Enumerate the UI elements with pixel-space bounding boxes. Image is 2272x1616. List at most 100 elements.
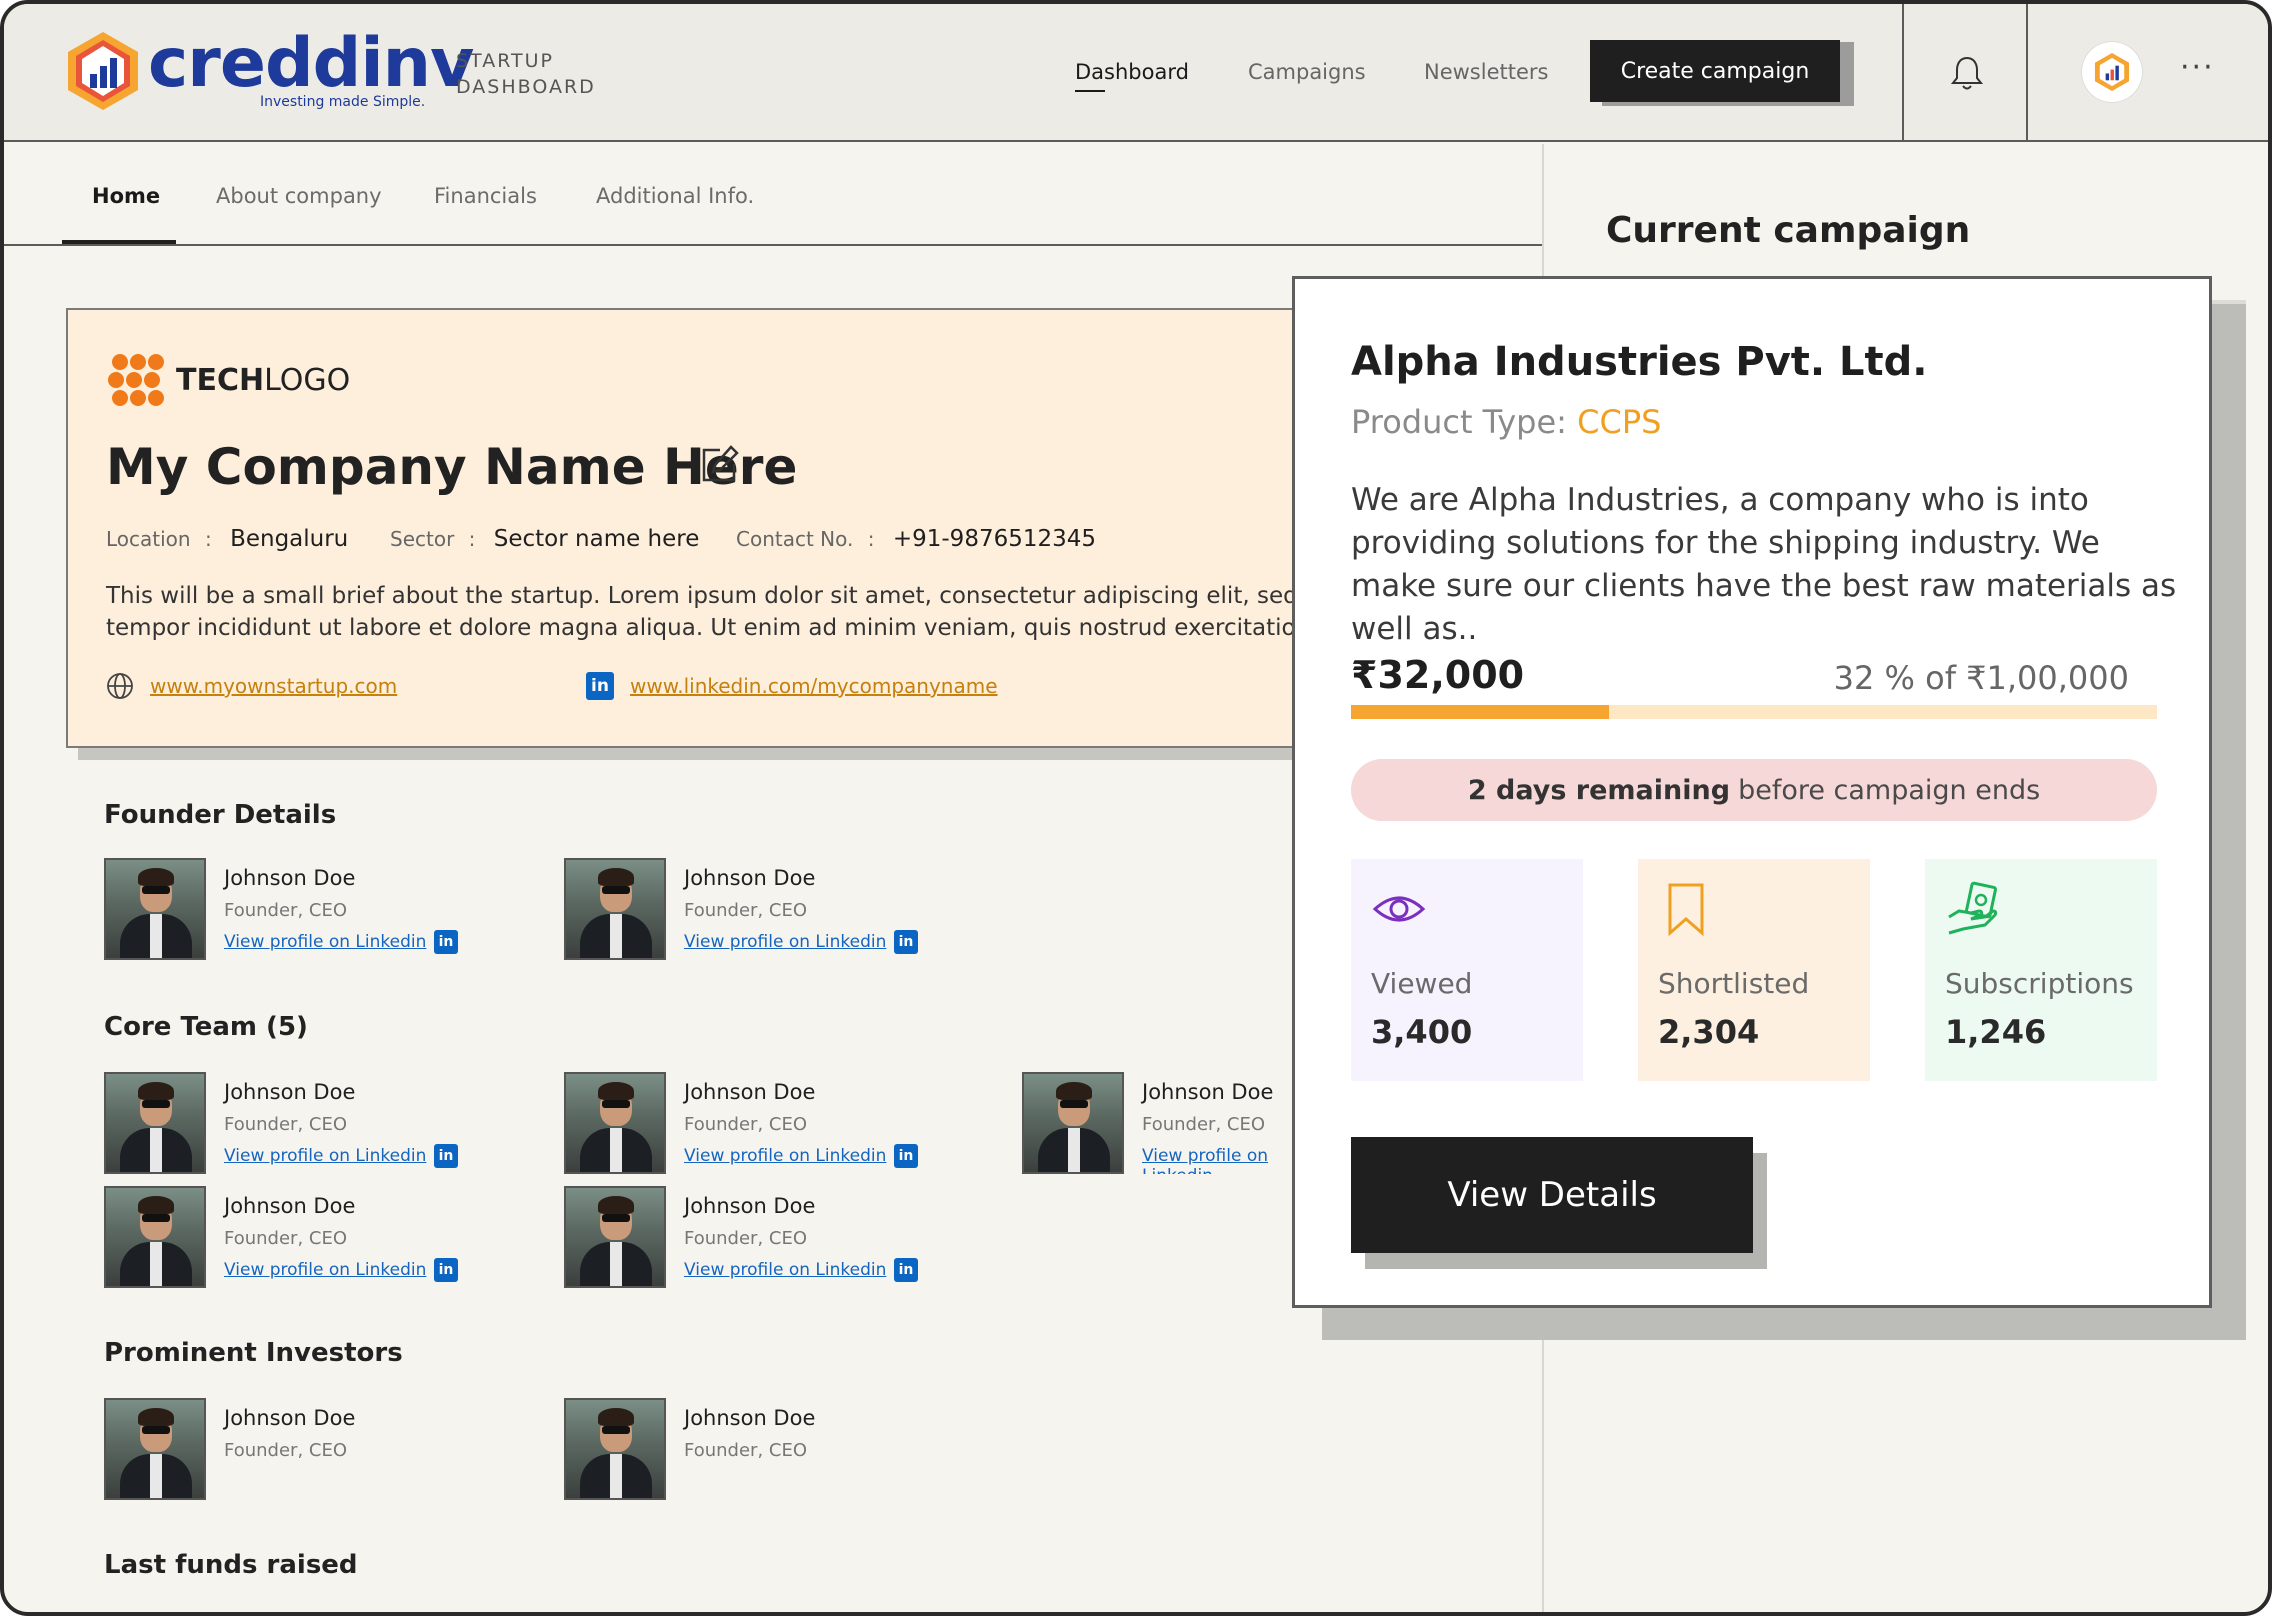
linkedin-icon[interactable]: in (894, 1258, 918, 1282)
person-linkedin-link[interactable]: View profile on Linkedin (1142, 1146, 1292, 1174)
sector-field: Sector : Sector name here (390, 526, 699, 552)
founders-heading: Founder Details (104, 800, 337, 830)
nav-campaigns[interactable]: Campaigns (1248, 60, 1366, 84)
location-label: Location (106, 527, 191, 551)
person-name: Johnson Doe (224, 1406, 356, 1430)
campaign-company-name: Alpha Industries Pvt. Ltd. (1351, 339, 1928, 385)
raised-amount: ₹32,000 (1351, 653, 1525, 697)
person-card: Johnson Doe Founder, CEO View profile on… (104, 858, 544, 960)
last-funds-heading: Last funds raised (104, 1550, 358, 1580)
sector-value: Sector name here (493, 526, 700, 552)
active-tab-indicator (62, 240, 176, 244)
creddinv-logo-icon[interactable] (62, 30, 144, 112)
linkedin-icon[interactable]: in (894, 1144, 918, 1168)
person-name: Johnson Doe (684, 1194, 816, 1218)
person-photo (104, 1186, 206, 1288)
bookmark-icon (1668, 883, 1704, 937)
person-linkedin-link[interactable]: View profile on Linkedin (224, 1260, 426, 1280)
more-options-icon[interactable]: ··· (2180, 50, 2215, 85)
person-photo (104, 1398, 206, 1500)
linkedin-icon: in (586, 672, 614, 700)
person-card: Johnson Doe Founder, CEO View profile on… (104, 1186, 544, 1288)
stat-shortlisted: Shortlisted 2,304 (1638, 859, 1870, 1081)
tab-home[interactable]: Home (92, 184, 160, 208)
avatar[interactable] (2082, 42, 2142, 102)
remaining-days: 2 days remaining (1467, 774, 1731, 806)
company-brief: This will be a small brief about the sta… (106, 580, 1334, 644)
person-role: Founder, CEO (684, 900, 807, 921)
techlogo-bold: TECH (176, 362, 265, 398)
location-value: Bengaluru (230, 526, 349, 552)
person-name: Johnson Doe (224, 1080, 356, 1104)
person-card: Johnson Doe Founder, CEO View profile on… (564, 1072, 1004, 1174)
stat-label: Subscriptions (1945, 967, 2134, 1000)
view-details-button[interactable]: View Details (1351, 1137, 1753, 1253)
bell-icon[interactable] (1950, 54, 1984, 92)
progress-bar (1351, 705, 2157, 719)
person-linkedin-link[interactable]: View profile on Linkedin (684, 1260, 886, 1280)
stat-subscriptions: Subscriptions 1,246 (1925, 859, 2157, 1081)
nav-dashboard[interactable]: Dashboard (1075, 60, 1189, 92)
product-type-label: Product Type: (1351, 403, 1567, 441)
linkedin-icon[interactable]: in (434, 1258, 458, 1282)
person-card: Johnson Doe Founder, CEO View profile on… (564, 858, 1004, 960)
stat-value: 1,246 (1945, 1013, 2047, 1051)
person-linkedin-link[interactable]: View profile on Linkedin (684, 932, 886, 952)
header-subtitle-line1: STARTUP (456, 50, 554, 72)
person-role: Founder, CEO (684, 1114, 807, 1135)
remaining-rest: before campaign ends (1738, 774, 2041, 806)
person-photo (564, 1398, 666, 1500)
sector-separator: : (468, 527, 476, 551)
campaign-popup: Alpha Industries Pvt. Ltd. Product Type:… (1292, 276, 2212, 1308)
techlogo-text: TECHLOGO (176, 363, 350, 398)
tab-about-company[interactable]: About company (216, 184, 382, 208)
linkedin-icon[interactable]: in (894, 930, 918, 954)
nav-newsletters[interactable]: Newsletters (1424, 60, 1548, 84)
techlogo-light: LOGO (264, 362, 351, 398)
person-card: Johnson Doe Founder, CEO View profile on… (1022, 1072, 1292, 1174)
create-campaign-label: Create campaign (1590, 40, 1840, 102)
website-link[interactable]: www.myownstartup.com (150, 674, 397, 698)
person-linkedin-link[interactable]: View profile on Linkedin (224, 1146, 426, 1166)
person-photo (564, 858, 666, 960)
stat-value: 3,400 (1371, 1013, 1473, 1051)
person-name: Johnson Doe (224, 866, 356, 890)
company-card: TECHLOGO My Company Name Here Location :… (66, 308, 1334, 748)
linkedin-icon[interactable]: in (434, 930, 458, 954)
avatar-logo-icon (2094, 52, 2130, 92)
stat-viewed: Viewed 3,400 (1351, 859, 1583, 1081)
person-photo (564, 1072, 666, 1174)
tab-financials[interactable]: Financials (434, 184, 537, 208)
company-name: My Company Name Here (106, 438, 798, 496)
globe-icon (107, 673, 133, 699)
person-linkedin-link[interactable]: View profile on Linkedin (684, 1146, 886, 1166)
tab-additional-info[interactable]: Additional Info. (596, 184, 754, 208)
brand-name: creddinv (148, 24, 474, 103)
header-divider (1902, 4, 1904, 142)
stat-label: Viewed (1371, 967, 1473, 1000)
linkedin-icon[interactable]: in (434, 1144, 458, 1168)
company-linkedin-link[interactable]: www.linkedin.com/mycompanyname (630, 674, 998, 698)
edit-icon[interactable] (698, 444, 740, 486)
person-name: Johnson Doe (684, 1406, 816, 1430)
header-subtitle: STARTUP DASHBOARD (456, 48, 596, 100)
contact-field: Contact No. : +91-9876512345 (736, 526, 1096, 552)
top-header: creddinv Investing made Simple. STARTUP … (4, 4, 2268, 142)
person-linkedin-link[interactable]: View profile on Linkedin (224, 932, 426, 952)
contact-separator: : (867, 527, 875, 551)
section-tabs: Home About company Financials Additional… (4, 144, 1542, 246)
person-role: Founder, CEO (224, 900, 347, 921)
create-campaign-button[interactable]: Create campaign (1590, 40, 1854, 106)
person-photo (104, 1072, 206, 1174)
person-card: Johnson Doe Founder, CEO View profile on… (104, 1072, 544, 1174)
person-name: Johnson Doe (684, 1080, 816, 1104)
person-role: Founder, CEO (684, 1440, 807, 1461)
stat-label: Shortlisted (1658, 967, 1810, 1000)
eye-icon (1372, 896, 1426, 922)
person-photo (1022, 1072, 1124, 1174)
person-role: Founder, CEO (224, 1440, 347, 1461)
sector-label: Sector (390, 527, 455, 551)
person-name: Johnson Doe (684, 866, 816, 890)
brief-line-2: tempor incididunt ut labore et dolore ma… (106, 615, 1334, 641)
company-logo: TECHLOGO (108, 350, 350, 410)
